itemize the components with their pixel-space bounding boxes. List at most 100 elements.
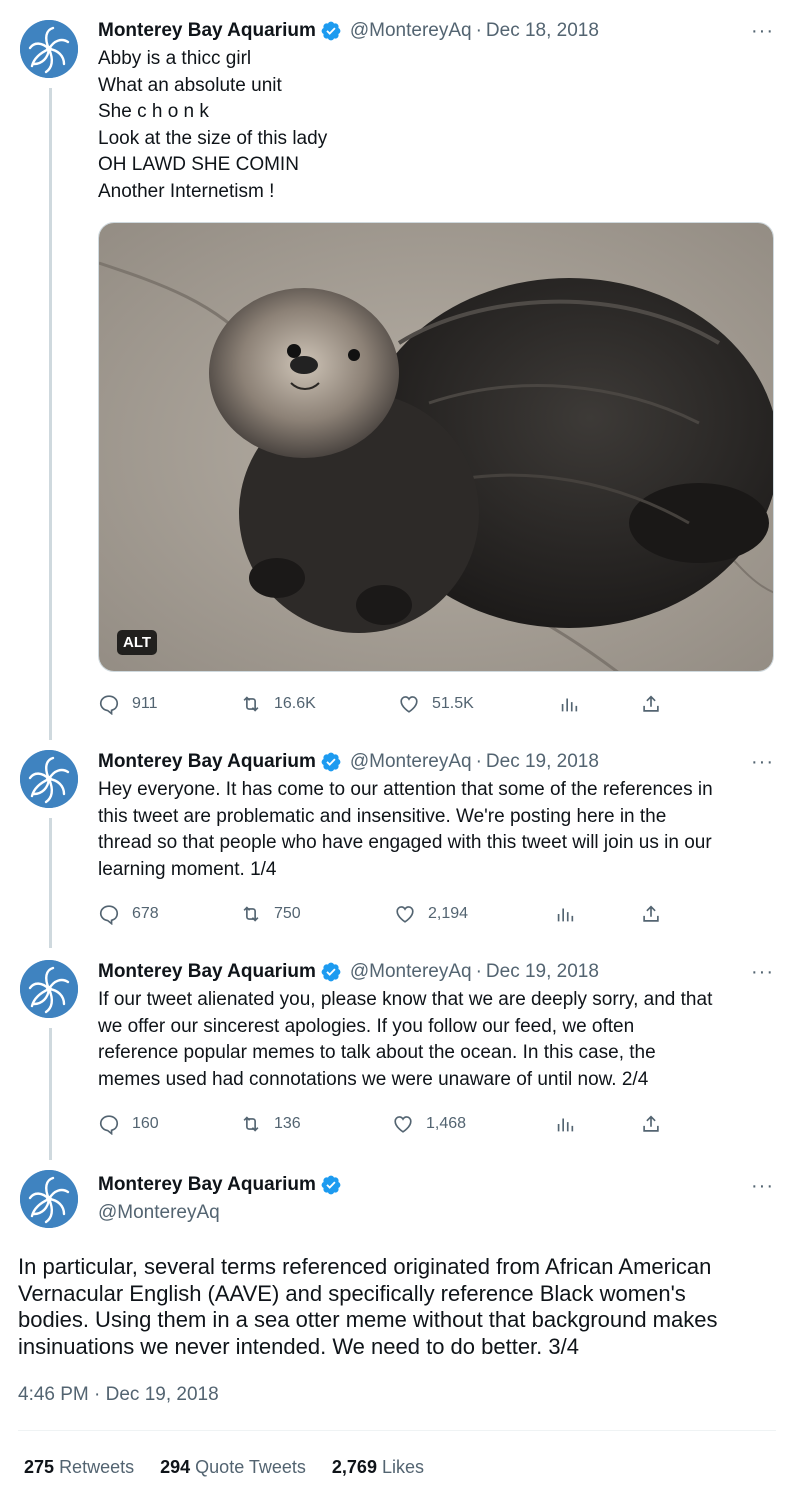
more-options-icon[interactable]: ··· <box>751 962 774 982</box>
like-button[interactable]: 1,468 <box>392 1111 466 1137</box>
text-line: In particular, several terms referenced … <box>18 1254 712 1279</box>
tweet[interactable]: Monterey Bay Aquarium @MontereyAq · Dec … <box>0 950 796 1160</box>
text-line: reference popular memes to talk about th… <box>98 1042 656 1063</box>
share-button[interactable] <box>640 691 674 717</box>
more-options-icon[interactable]: ··· <box>751 752 774 772</box>
analytics-button[interactable] <box>554 901 588 927</box>
text-line: She c h o n k <box>98 101 209 122</box>
retweets-label: Retweets <box>59 1457 135 1477</box>
handle[interactable]: @MontereyAq <box>350 20 472 42</box>
aquarium-logo-icon <box>20 20 78 78</box>
like-count: 2,194 <box>428 905 469 922</box>
reply-button[interactable]: 160 <box>98 1111 159 1137</box>
retweet-button[interactable]: 16.6K <box>240 691 316 717</box>
tweet-photo[interactable]: ALT <box>98 222 774 672</box>
text-line: What an absolute unit <box>98 74 282 96</box>
display-name[interactable]: Monterey Bay Aquarium <box>98 1174 316 1196</box>
share-icon <box>643 695 659 712</box>
heart-icon <box>394 1116 412 1133</box>
tweet[interactable]: Monterey Bay Aquarium @MontereyAq · Dec … <box>0 0 796 730</box>
handle[interactable]: @MontereyAq <box>350 751 472 773</box>
aquarium-logo-icon <box>20 1170 78 1228</box>
sea-otter-photo <box>99 223 773 671</box>
retweet-icon <box>243 696 259 712</box>
text-line: If our tweet alienated you, please know … <box>98 989 713 1010</box>
avatar[interactable] <box>20 1170 78 1228</box>
retweet-button[interactable]: 136 <box>240 1111 301 1137</box>
separator-dot: · <box>475 961 482 982</box>
likes-stat[interactable]: 2,769 Likes <box>332 1457 424 1478</box>
handle-row: @MontereyAq <box>98 1200 776 1226</box>
verified-badge-icon <box>320 751 342 773</box>
retweet-icon <box>243 906 259 922</box>
focused-tweet: Monterey Bay Aquarium @MontereyAq ··· In… <box>0 1160 796 1494</box>
tweet-text: Hey everyone. It has come to our attenti… <box>98 777 774 883</box>
quotes-count: 294 <box>160 1457 191 1477</box>
text-line: this tweet are problematic and insensiti… <box>98 805 667 827</box>
alt-text-badge[interactable]: ALT <box>117 630 158 655</box>
text-line: Vernacular English (AAVE) and specifical… <box>18 1280 686 1306</box>
analytics-icon <box>561 698 578 712</box>
like-button[interactable]: 51.5K <box>398 691 474 717</box>
analytics-button[interactable] <box>554 1111 588 1137</box>
retweet-count: 750 <box>274 905 301 922</box>
text-line: insinuations we never intended. We need … <box>18 1333 579 1359</box>
aquarium-logo-icon <box>20 960 78 1018</box>
separator-dot: · <box>475 751 482 772</box>
text-line: Another Internetism ! <box>98 180 275 202</box>
retweet-count: 16.6K <box>274 695 316 712</box>
likes-label: Likes <box>381 1457 424 1477</box>
display-name[interactable]: Monterey Bay Aquarium <box>98 751 316 773</box>
reply-count: 911 <box>132 695 158 712</box>
tweet-date[interactable]: Dec 19, 2018 <box>486 961 599 983</box>
tweet-header: Monterey Bay Aquarium <box>98 1172 776 1198</box>
text-line: OH LAWD SHE COMIN <box>98 154 299 175</box>
divider <box>18 1430 776 1431</box>
retweets-stat[interactable]: 275 Retweets <box>24 1457 134 1478</box>
tweet[interactable]: Monterey Bay Aquarium @MontereyAq · Dec … <box>0 740 796 950</box>
tweet-timestamp[interactable]: 4:46 PM · Dec 19, 2018 <box>18 1384 219 1406</box>
share-button[interactable] <box>640 1111 674 1137</box>
retweet-button[interactable]: 750 <box>240 901 301 927</box>
like-count: 51.5K <box>432 695 474 712</box>
tweet-text: Abby is a thicc girl What an absolute un… <box>98 46 774 205</box>
text-line: Abby is a thicc girl <box>98 48 252 69</box>
verified-badge-icon <box>320 20 342 42</box>
analytics-button[interactable] <box>558 691 592 717</box>
handle[interactable]: @MontereyAq <box>98 1202 220 1224</box>
tweet-date[interactable]: Dec 19, 2018 <box>486 751 599 773</box>
quotes-label: Quote Tweets <box>195 1457 306 1477</box>
text-line: Hey everyone. It has come to our attenti… <box>98 779 713 800</box>
share-button[interactable] <box>640 901 674 927</box>
avatar[interactable] <box>20 750 78 808</box>
reply-button[interactable]: 678 <box>98 901 159 927</box>
avatar[interactable] <box>20 960 78 1018</box>
handle[interactable]: @MontereyAq <box>350 961 472 983</box>
display-name[interactable]: Monterey Bay Aquarium <box>98 20 316 42</box>
tweet-actions: 678 750 2,194 <box>98 901 698 927</box>
quote-tweets-stat[interactable]: 294 Quote Tweets <box>160 1457 306 1478</box>
share-icon <box>643 905 659 922</box>
retweet-icon <box>243 1116 259 1132</box>
tweet-text: In particular, several terms referenced … <box>18 1254 772 1360</box>
tweet-date[interactable]: Dec 18, 2018 <box>486 20 599 42</box>
text-line: memes used had connotations we were unaw… <box>98 1068 649 1090</box>
reply-button[interactable]: 911 <box>98 691 158 717</box>
tweet-actions: 911 16.6K 51.5K <box>98 691 698 717</box>
text-line: thread so that people who have engaged w… <box>98 832 712 853</box>
more-options-icon[interactable]: ··· <box>751 1176 774 1196</box>
aquarium-logo-icon <box>20 750 78 808</box>
more-options-icon[interactable]: ··· <box>751 21 774 41</box>
text-line: Look at the size of this lady <box>98 127 328 149</box>
engagement-stats: 275 Retweets 294 Quote Tweets 2,769 Like… <box>24 1457 424 1478</box>
retweet-count: 136 <box>274 1115 301 1132</box>
display-name[interactable]: Monterey Bay Aquarium <box>98 961 316 983</box>
reply-icon <box>99 905 119 925</box>
share-icon <box>643 1115 659 1132</box>
tweet-actions: 160 136 1,468 <box>98 1111 698 1137</box>
avatar[interactable] <box>20 20 78 78</box>
tweet-header: Monterey Bay Aquarium @MontereyAq · Dec … <box>98 18 776 44</box>
likes-count: 2,769 <box>331 1457 377 1477</box>
like-button[interactable]: 2,194 <box>394 901 468 927</box>
heart-icon <box>396 906 414 923</box>
